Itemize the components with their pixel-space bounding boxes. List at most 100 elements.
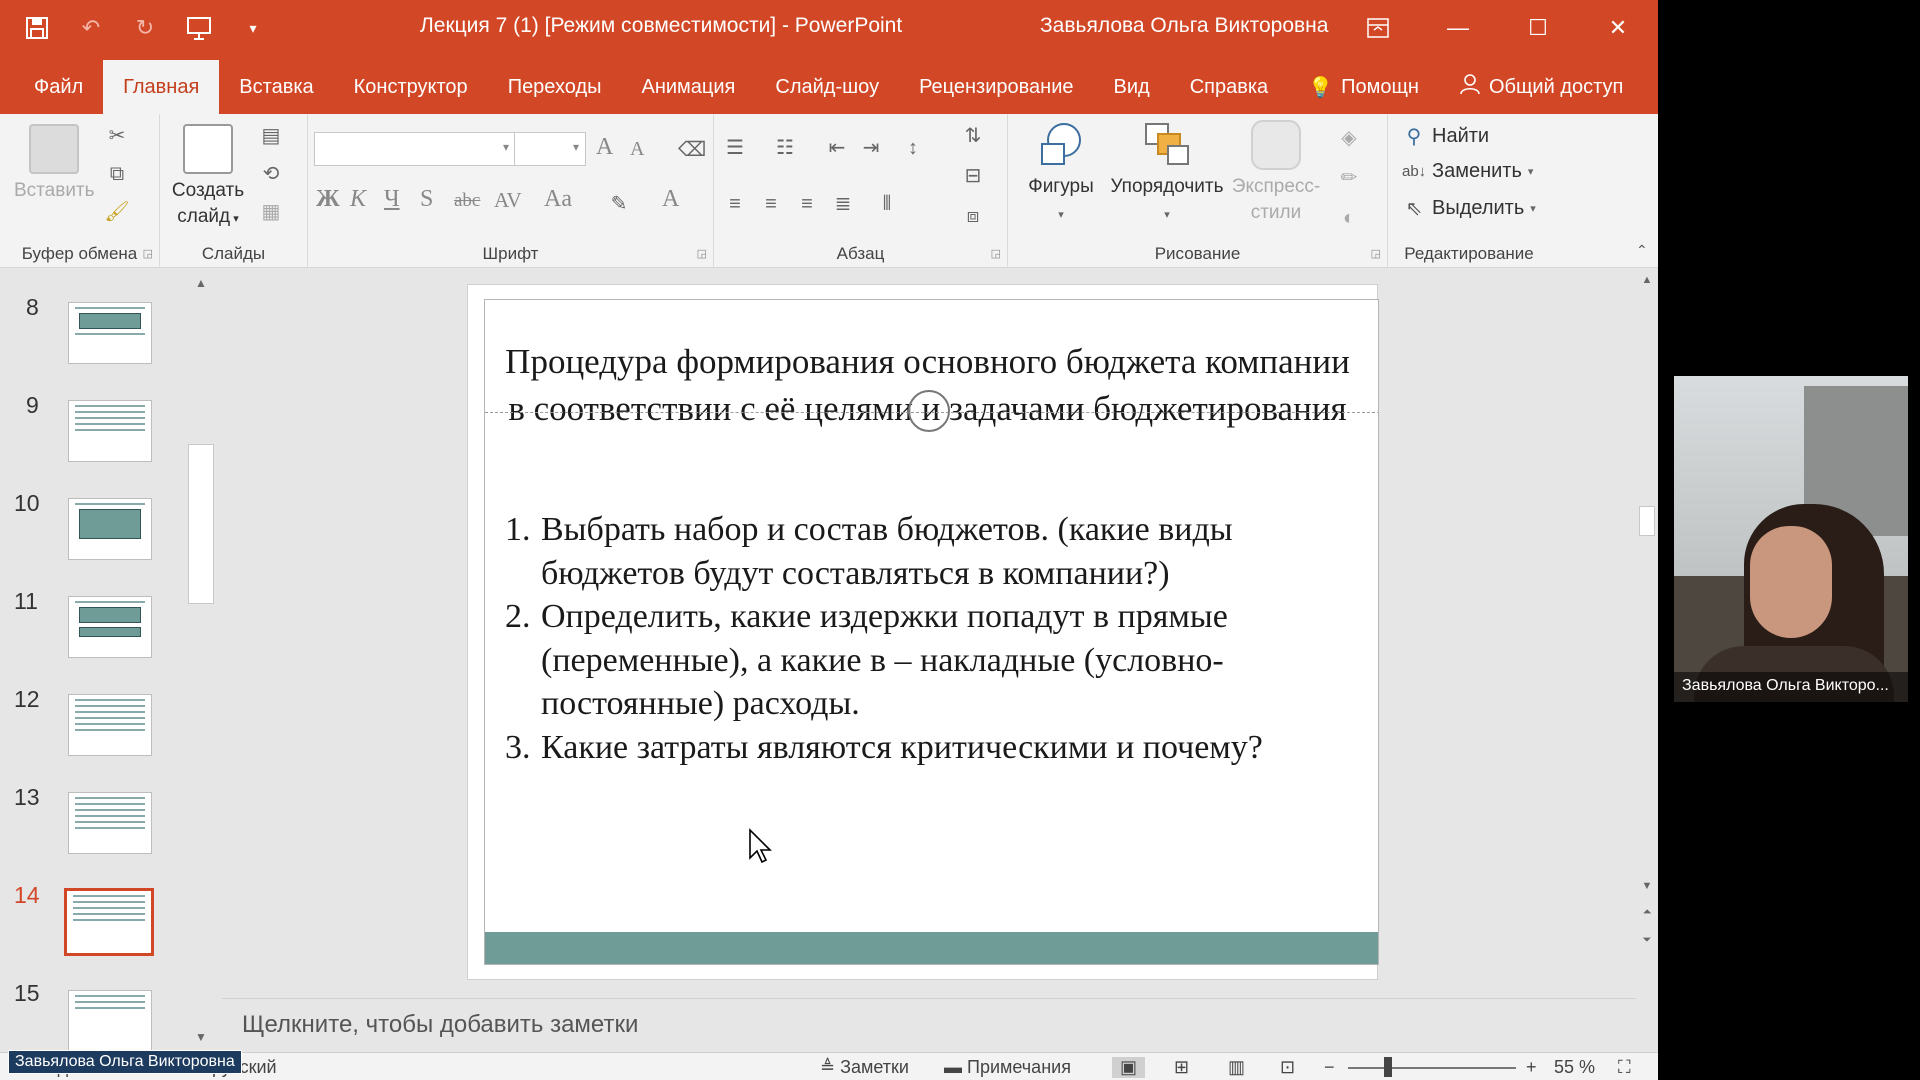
copy-icon[interactable]: ⧉ <box>104 162 130 186</box>
layout-icon[interactable]: ▤ <box>258 124 284 148</box>
account-name[interactable]: Завьялова Ольга Викторовна <box>1040 14 1328 38</box>
align-left-icon[interactable]: ≡ <box>722 192 748 216</box>
ribbon-display-options-icon[interactable] <box>1338 0 1418 56</box>
clipboard-dialog-launcher-icon[interactable]: ◲ <box>143 247 153 260</box>
next-slide-icon[interactable]: ⏷ <box>1636 934 1658 947</box>
customize-qat-icon[interactable]: ▾ <box>236 11 270 45</box>
tab-design[interactable]: Конструктор <box>334 60 488 114</box>
slide-thumbnail[interactable] <box>68 596 152 658</box>
tab-slideshow[interactable]: Слайд-шоу <box>755 60 899 114</box>
slide-thumbnail-selected[interactable] <box>64 888 154 956</box>
line-spacing-icon[interactable]: ↕ <box>900 136 926 160</box>
justify-icon[interactable]: ≣ <box>830 192 856 216</box>
font-dialog-launcher-icon[interactable]: ◲ <box>697 247 707 260</box>
tab-share[interactable]: Общий доступ <box>1439 60 1643 114</box>
character-spacing-button[interactable]: AV <box>494 188 522 213</box>
smartart-icon[interactable]: ⧈ <box>960 204 986 228</box>
underline-button[interactable]: Ч <box>384 186 400 213</box>
zoom-slider-track[interactable] <box>1348 1067 1516 1069</box>
thumbnails-scrollbar[interactable]: ▲ ▼ <box>186 268 216 1050</box>
scroll-down-icon[interactable]: ▼ <box>186 1030 216 1044</box>
shapes-button[interactable]: Фигуры ▾ <box>1016 120 1106 228</box>
save-icon[interactable] <box>20 11 54 45</box>
align-text-icon[interactable]: ⊟ <box>960 164 986 188</box>
bullets-icon[interactable]: ☰ <box>722 136 748 160</box>
reading-view-icon[interactable]: ▥ <box>1228 1057 1245 1078</box>
drawing-dialog-launcher-icon[interactable]: ◲ <box>1371 247 1381 260</box>
shrink-font-button[interactable]: A <box>630 138 644 161</box>
collapse-ribbon-icon[interactable]: ⌃ <box>1636 242 1648 259</box>
tab-home[interactable]: Главная <box>103 60 220 114</box>
slide-sorter-icon[interactable]: ⊞ <box>1174 1057 1189 1078</box>
increase-indent-icon[interactable]: ⇥ <box>858 136 884 160</box>
align-center-icon[interactable]: ≡ <box>758 192 784 216</box>
slide-thumbnail[interactable] <box>68 694 152 756</box>
scroll-up-icon[interactable]: ▲ <box>186 276 216 290</box>
numbering-icon[interactable]: ☷ <box>772 136 798 160</box>
tab-animations[interactable]: Анимация <box>622 60 756 114</box>
maximize-icon[interactable]: ☐ <box>1498 0 1578 56</box>
shape-outline-icon[interactable]: ✏ <box>1336 166 1362 190</box>
normal-view-icon[interactable]: ▣ <box>1112 1057 1146 1078</box>
tab-insert[interactable]: Вставка <box>219 60 333 114</box>
slide[interactable]: Процедура формирования основного бюджета… <box>484 299 1379 965</box>
find-button[interactable]: ⚲ Найти <box>1402 124 1489 149</box>
italic-button[interactable]: К <box>350 186 366 213</box>
clear-formatting-icon[interactable]: ⌫ <box>678 138 706 162</box>
slide-thumbnail[interactable] <box>68 302 152 364</box>
section-icon[interactable]: ▦ <box>258 200 284 224</box>
undo-icon[interactable]: ↶ <box>74 11 108 45</box>
format-painter-icon[interactable]: 🖌 <box>104 200 130 224</box>
zoom-slider-knob[interactable] <box>1384 1057 1392 1077</box>
shape-fill-icon[interactable]: ◈ <box>1336 126 1362 150</box>
scroll-thumb[interactable] <box>1639 506 1655 536</box>
font-family-combo[interactable]: ▾ <box>314 132 516 166</box>
decrease-indent-icon[interactable]: ⇤ <box>824 136 850 160</box>
notes-pane[interactable]: Щелкните, чтобы добавить заметки <box>222 998 1636 1052</box>
scroll-thumb[interactable] <box>188 444 214 604</box>
slide-thumbnail[interactable] <box>68 498 152 560</box>
grow-font-button[interactable]: A <box>596 134 613 161</box>
reset-icon[interactable]: ⟲ <box>258 162 284 186</box>
slide-body-list[interactable]: 1. Выбрать набор и состав бюджетов. (каки… <box>505 508 1365 769</box>
bold-button[interactable]: Ж <box>316 186 340 213</box>
strikethrough-button[interactable]: abc <box>454 190 480 212</box>
zoom-in-icon[interactable]: + <box>1526 1057 1537 1078</box>
columns-icon[interactable]: ⫴ <box>874 192 900 216</box>
font-size-combo[interactable]: ▾ <box>514 132 586 166</box>
start-slideshow-icon[interactable] <box>182 11 216 45</box>
scroll-down-icon[interactable]: ▼ <box>1636 880 1658 892</box>
new-slide-button[interactable]: Создать слайд ▾ <box>168 124 248 232</box>
close-icon[interactable]: ✕ <box>1578 0 1658 56</box>
quick-styles-button[interactable]: Экспресс- стили <box>1230 120 1322 226</box>
tab-view[interactable]: Вид <box>1094 60 1170 114</box>
tab-file[interactable]: Файл <box>14 60 103 114</box>
fit-to-window-icon[interactable]: ⛶ <box>1618 1057 1631 1078</box>
zoom-level[interactable]: 55 % <box>1554 1057 1595 1078</box>
minimize-icon[interactable]: — <box>1418 0 1498 56</box>
slide-thumbnail[interactable] <box>68 990 152 1052</box>
redo-icon[interactable]: ↻ <box>128 11 162 45</box>
slide-thumbnail[interactable] <box>68 400 152 462</box>
shadow-button[interactable]: S <box>420 186 433 213</box>
font-color-button[interactable]: A <box>662 186 679 213</box>
highlight-icon[interactable]: ✎ <box>606 192 632 216</box>
shape-effects-icon[interactable]: ◐ <box>1336 206 1362 230</box>
paragraph-dialog-launcher-icon[interactable]: ◲ <box>991 247 1001 260</box>
previous-slide-icon[interactable]: ⏶ <box>1636 906 1658 919</box>
tab-help[interactable]: Справка <box>1170 60 1288 114</box>
paste-button[interactable]: Вставить <box>14 124 95 204</box>
text-direction-icon[interactable]: ⇅ <box>960 124 986 148</box>
slideshow-view-icon[interactable]: ⊡ <box>1280 1057 1295 1078</box>
cut-icon[interactable]: ✂ <box>104 124 130 148</box>
tab-transitions[interactable]: Переходы <box>488 60 622 114</box>
replace-button[interactable]: ab↓ Заменить ▾ <box>1402 160 1533 183</box>
tab-review[interactable]: Рецензирование <box>899 60 1093 114</box>
change-case-button[interactable]: Aa <box>544 186 572 213</box>
select-button[interactable]: ⇖ Выделить ▾ <box>1402 196 1536 221</box>
slide-scrollbar[interactable]: ▲ ▼ ⏶ ⏷ <box>1636 268 1658 998</box>
zoom-out-icon[interactable]: − <box>1324 1057 1335 1078</box>
tab-tell-me[interactable]: 💡 Помощн <box>1288 60 1439 114</box>
notes-toggle[interactable]: ≜ Заметки <box>820 1057 909 1078</box>
scroll-up-icon[interactable]: ▲ <box>1636 274 1658 286</box>
